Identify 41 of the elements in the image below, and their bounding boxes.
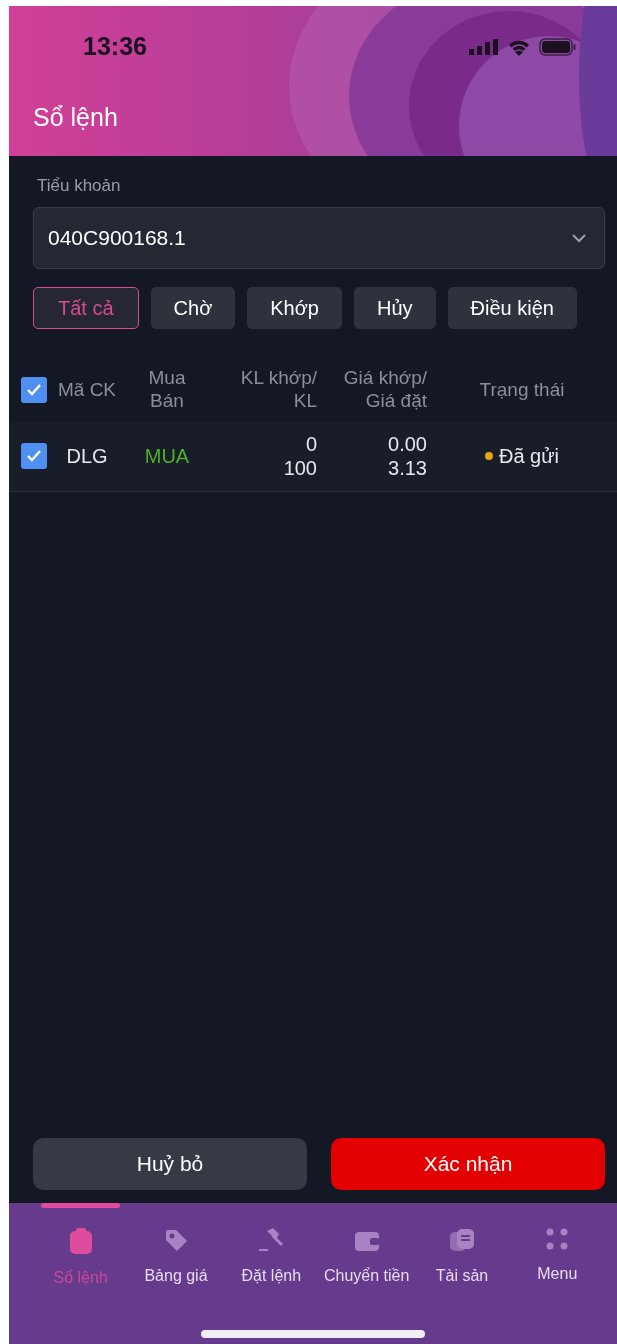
status-text: Đã gửi bbox=[498, 444, 560, 468]
account-dropdown[interactable]: 040C900168.1 bbox=[33, 207, 605, 269]
column-header: Trạng thái bbox=[478, 378, 566, 402]
chevron-down-icon bbox=[572, 233, 586, 243]
column-header: KL khớp/ KL bbox=[239, 367, 317, 413]
column-header: Giá khớp/ Giá đặt bbox=[342, 367, 427, 413]
table-cell: 0 bbox=[305, 432, 317, 456]
filter-tab[interactable]: Tất cả bbox=[33, 287, 139, 329]
page-title: Sổ lệnh bbox=[33, 103, 118, 132]
table-cell: 0.00 bbox=[388, 432, 427, 456]
row-checkbox[interactable] bbox=[21, 443, 47, 469]
gavel-icon bbox=[257, 1227, 286, 1253]
confirm-button[interactable]: Xác nhận bbox=[331, 1138, 605, 1190]
cards-icon bbox=[447, 1227, 476, 1253]
status-time: 13:36 bbox=[83, 32, 147, 61]
nav-item[interactable]: Menu bbox=[509, 1203, 605, 1287]
nav-item[interactable]: Bảng giá bbox=[128, 1203, 224, 1287]
table-cell-text: MUA bbox=[143, 444, 191, 468]
order-row[interactable]: DLG MUA 0 100 0.00 3.13 Đã gửi bbox=[9, 421, 617, 492]
nav-item[interactable]: Chuyển tiền bbox=[319, 1203, 415, 1287]
table-cell-text: DLG bbox=[65, 444, 109, 468]
checkmark-icon bbox=[26, 449, 42, 463]
cancel-button[interactable]: Huỷ bỏ bbox=[33, 1138, 307, 1190]
menu-icon bbox=[545, 1227, 570, 1251]
nav-item[interactable]: Tài sản bbox=[414, 1203, 510, 1287]
filter-tab[interactable]: Chờ bbox=[150, 287, 236, 329]
filter-tab[interactable]: Khớp bbox=[247, 287, 342, 329]
nav-item[interactable]: Đặt lệnh bbox=[223, 1203, 319, 1287]
filter-tab[interactable]: Điều kiện bbox=[447, 287, 577, 329]
filter-tab[interactable]: Hủy bbox=[353, 287, 436, 329]
signal-icon bbox=[469, 38, 499, 55]
column-header: Mã CK bbox=[56, 378, 118, 402]
checkmark-icon bbox=[26, 383, 42, 397]
table-cell: 3.13 bbox=[388, 456, 427, 480]
column-header: Mua Bán bbox=[147, 367, 187, 413]
table-cell: 100 bbox=[283, 456, 317, 480]
field-label: Tiểu khoản bbox=[37, 176, 121, 196]
select-all-checkbox[interactable] bbox=[21, 377, 47, 403]
clipboard-icon bbox=[67, 1227, 94, 1255]
tag-icon bbox=[163, 1227, 189, 1253]
battery-icon bbox=[539, 37, 577, 56]
